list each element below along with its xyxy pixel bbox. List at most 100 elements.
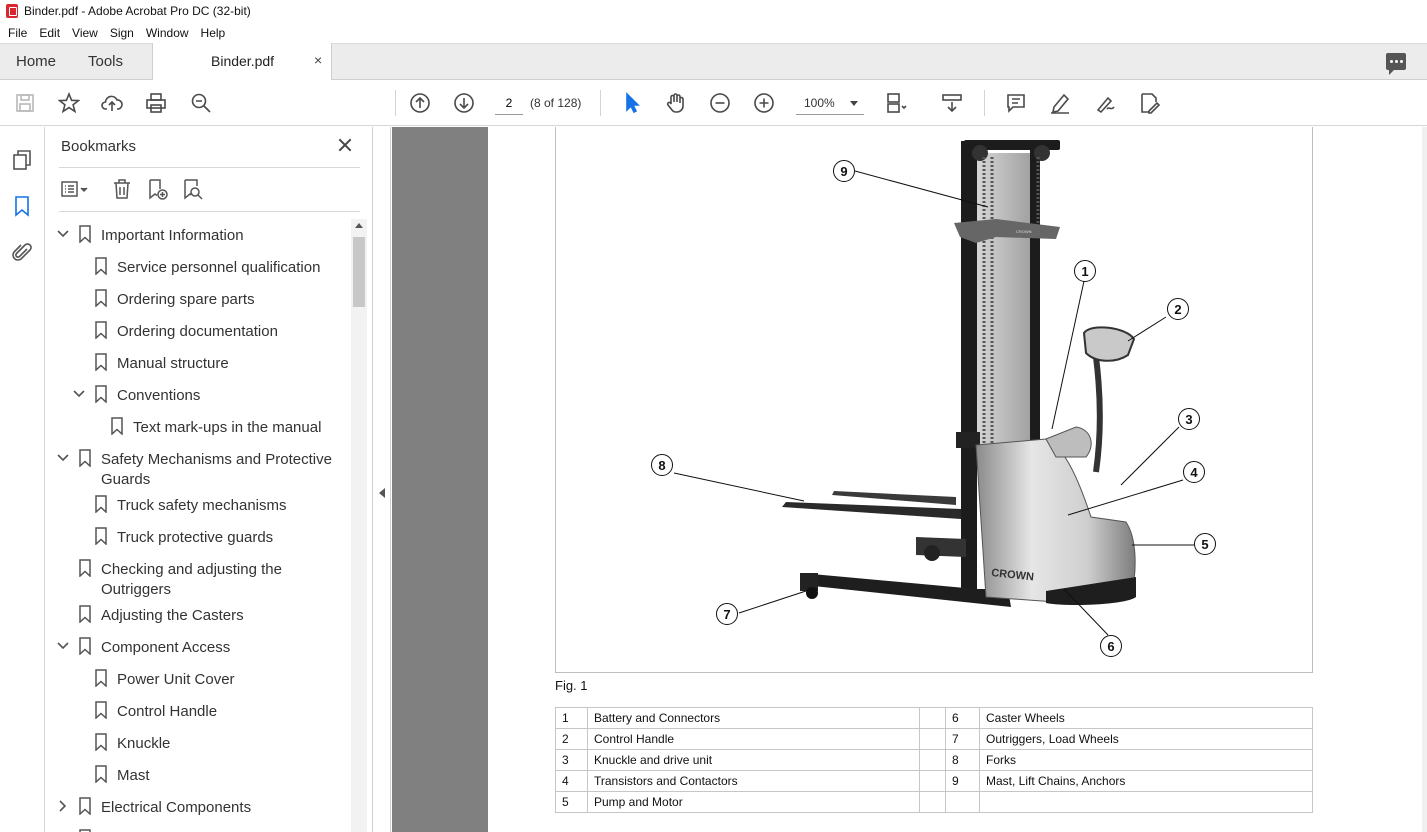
bookmark-item[interactable]: Control Handle bbox=[45, 700, 345, 720]
edit-pdf-icon[interactable] bbox=[1137, 91, 1161, 115]
find-bookmark-icon[interactable] bbox=[181, 178, 205, 202]
legend-number: 3 bbox=[555, 749, 588, 771]
bookmark-item[interactable]: Knuckle bbox=[45, 732, 345, 752]
previous-page-icon[interactable] bbox=[408, 91, 432, 115]
bookmark-item[interactable]: Safety Mechanisms and Protective Guards bbox=[45, 448, 345, 488]
table-row: 3 Knuckle and drive unit 8 Forks bbox=[555, 749, 1313, 771]
page-number-input[interactable] bbox=[495, 91, 523, 115]
bookmark-label: Text mark-ups in the manual bbox=[133, 419, 322, 436]
bookmark-icon bbox=[94, 321, 108, 340]
legend-text: Caster Wheels bbox=[979, 707, 1313, 729]
close-panel-icon[interactable] bbox=[336, 136, 354, 154]
bookmark-item[interactable]: Power Unit Cover bbox=[45, 668, 345, 688]
page-display-icon[interactable] bbox=[884, 91, 908, 115]
bookmark-item[interactable]: Checking and adjusting the Outriggers bbox=[45, 558, 345, 598]
bookmark-item[interactable]: Component Access bbox=[45, 636, 345, 656]
bookmarks-scrollbar[interactable] bbox=[351, 219, 367, 832]
bookmark-item[interactable]: Adjusting the Casters bbox=[45, 604, 345, 624]
menu-sign[interactable]: Sign bbox=[104, 26, 140, 40]
bookmark-item[interactable]: Service personnel qualification bbox=[45, 256, 345, 276]
bookmark-item[interactable]: Mast bbox=[45, 764, 345, 784]
bookmark-icon bbox=[78, 605, 92, 624]
panel-splitter[interactable] bbox=[373, 127, 391, 832]
next-page-icon[interactable] bbox=[452, 91, 476, 115]
bookmark-item[interactable]: Ordering documentation bbox=[45, 320, 345, 340]
scroll-mode-icon[interactable] bbox=[940, 91, 964, 115]
hand-tool-icon[interactable] bbox=[664, 91, 688, 115]
close-tab-icon[interactable]: × bbox=[314, 52, 322, 68]
figure-caption: Fig. 1 bbox=[555, 678, 588, 693]
bookmark-item[interactable]: Truck protective guards bbox=[45, 526, 345, 546]
bookmark-item[interactable]: Text mark-ups in the manual bbox=[45, 416, 345, 436]
bookmark-icon bbox=[78, 797, 92, 816]
document-scrollbar[interactable] bbox=[1422, 127, 1427, 832]
bookmark-label: Important Information bbox=[101, 227, 244, 244]
collapse-panel-arrow-icon[interactable] bbox=[379, 488, 385, 498]
upload-cloud-icon[interactable] bbox=[100, 91, 124, 115]
bookmark-icon bbox=[78, 225, 92, 244]
scroll-up-arrow-icon[interactable] bbox=[355, 223, 363, 228]
document-view[interactable]: CROWN CROWN 9 1 2 3 4 5 6 7 8 Fig. 1 1 B… bbox=[392, 127, 1427, 832]
bookmark-label: Control Handle bbox=[117, 703, 218, 720]
figure-callout: 2 bbox=[1167, 298, 1189, 320]
chevron-down-icon[interactable] bbox=[57, 452, 69, 462]
bookmarks-panel-title: Bookmarks bbox=[61, 138, 137, 155]
select-cursor-icon[interactable] bbox=[620, 91, 644, 115]
comment-icon[interactable] bbox=[1004, 91, 1028, 115]
menu-view[interactable]: View bbox=[66, 26, 104, 40]
legend-text: Forks bbox=[979, 749, 1313, 771]
print-icon[interactable] bbox=[144, 91, 168, 115]
legend-number: 6 bbox=[945, 707, 980, 729]
zoom-in-icon[interactable] bbox=[752, 91, 776, 115]
tab-bar: Home Tools Binder.pdf × bbox=[0, 43, 1427, 80]
delete-bookmark-icon[interactable] bbox=[111, 178, 135, 202]
chevron-right-icon[interactable] bbox=[57, 800, 67, 812]
bookmark-label: Ordering documentation bbox=[117, 323, 278, 340]
bookmark-item[interactable]: Truck safety mechanisms bbox=[45, 494, 345, 514]
bookmark-icon bbox=[94, 495, 108, 514]
bookmarks-panel-icon[interactable] bbox=[11, 195, 35, 219]
bookmark-item[interactable]: Ordering spare parts bbox=[45, 288, 345, 308]
legend-number: 4 bbox=[555, 770, 588, 792]
draw-sign-icon[interactable] bbox=[1093, 91, 1117, 115]
new-bookmark-icon[interactable] bbox=[146, 178, 170, 202]
comment-panel-icon[interactable] bbox=[1386, 53, 1406, 75]
pdf-page: CROWN CROWN 9 1 2 3 4 5 6 7 8 Fig. 1 1 B… bbox=[488, 127, 1422, 832]
menu-edit[interactable]: Edit bbox=[33, 26, 66, 40]
tab-home[interactable]: Home bbox=[16, 44, 56, 80]
table-row: 4 Transistors and Contactors 9 Mast, Lif… bbox=[555, 770, 1313, 792]
bookmark-item[interactable]: Manual structure bbox=[45, 352, 345, 372]
menu-help[interactable]: Help bbox=[195, 26, 232, 40]
chevron-down-icon[interactable] bbox=[57, 640, 69, 650]
legend-text: Mast, Lift Chains, Anchors bbox=[979, 770, 1313, 792]
bookmark-item[interactable]: Electrical Components bbox=[45, 796, 345, 816]
tab-tools[interactable]: Tools bbox=[88, 44, 123, 80]
bookmark-options-icon[interactable] bbox=[60, 178, 88, 202]
star-icon[interactable] bbox=[57, 91, 81, 115]
bookmark-item[interactable]: Conventions bbox=[45, 384, 345, 404]
highlight-pen-icon[interactable] bbox=[1048, 91, 1072, 115]
legend-spacer bbox=[919, 770, 946, 792]
tab-document[interactable]: Binder.pdf × bbox=[152, 43, 332, 80]
bookmark-icon bbox=[110, 417, 124, 436]
legend-text: Pump and Motor bbox=[587, 791, 920, 813]
menu-file[interactable]: File bbox=[2, 26, 33, 40]
bookmark-icon bbox=[94, 353, 108, 372]
zoom-out-icon[interactable] bbox=[708, 91, 732, 115]
zoom-search-icon[interactable] bbox=[189, 91, 213, 115]
attachments-paperclip-icon[interactable] bbox=[11, 241, 35, 265]
page-thumbnails-icon[interactable] bbox=[11, 149, 35, 173]
save-icon[interactable] bbox=[13, 91, 37, 115]
chevron-down-icon[interactable] bbox=[73, 388, 85, 398]
bookmark-item[interactable]: Important Information bbox=[45, 224, 345, 244]
figure-frame: CROWN CROWN 9 1 2 3 4 5 6 7 8 bbox=[555, 127, 1313, 673]
bookmark-icon bbox=[94, 289, 108, 308]
bookmark-label: Mast bbox=[117, 767, 150, 784]
bookmark-item[interactable] bbox=[45, 828, 345, 832]
zoom-select[interactable]: 100% bbox=[796, 91, 864, 115]
stacker-truck-illustration: CROWN CROWN bbox=[673, 140, 1194, 636]
menu-window[interactable]: Window bbox=[140, 26, 195, 40]
scrollbar-thumb[interactable] bbox=[353, 237, 365, 307]
chevron-down-icon[interactable] bbox=[57, 228, 69, 238]
bookmark-label: Component Access bbox=[101, 639, 231, 656]
